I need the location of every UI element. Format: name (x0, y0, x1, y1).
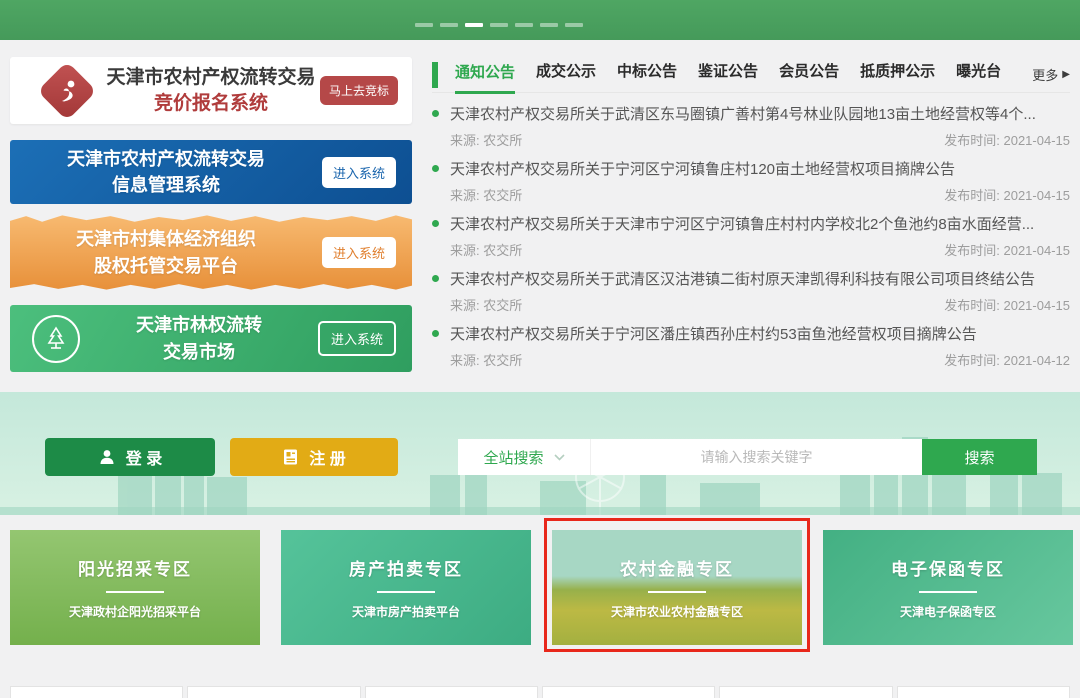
bidding-system-card[interactable]: 天津市农村产权流转交易 竞价报名系统 马上去竞标 (10, 57, 412, 124)
tab-authentication[interactable]: 鉴证公告 (698, 57, 758, 93)
divider (377, 591, 435, 593)
tab-accent-bar (432, 62, 438, 88)
tab-deal-publicity[interactable]: 成交公示 (536, 57, 596, 93)
zone-electronic-guarantee[interactable]: 电子保函专区 天津电子保函专区 (823, 530, 1073, 645)
user-icon (98, 448, 116, 466)
login-label: 登 录 (126, 445, 162, 469)
search-input[interactable] (590, 439, 922, 475)
divider (106, 591, 164, 593)
equity-platform-title: 天津市村集体经济组织 股权托管交易平台 (10, 226, 322, 278)
news-link[interactable]: 天津农村产权交易所关于宁河区潘庄镇西孙庄村约53亩鱼池经营权项目摘牌公告 (432, 323, 1070, 344)
info-system-title-line1: 天津市农村产权流转交易 (10, 146, 322, 172)
go-bid-button[interactable]: 马上去竞标 (320, 76, 398, 105)
news-source: 来源: 农交所 (450, 240, 522, 259)
forest-market-title: 天津市林权流转 交易市场 (80, 312, 318, 364)
news-item: 天津农村产权交易所关于武清区汉沽港镇二街村原天津凯得利科技有限公司项目终结公告 … (432, 268, 1070, 323)
search-button[interactable]: 搜索 (922, 439, 1037, 475)
register-label: 注 册 (309, 445, 345, 469)
footer-cell[interactable] (365, 686, 538, 698)
more-link[interactable]: 更多 ▶ (1032, 65, 1070, 84)
news-time: 发布时间: 2021-04-15 (944, 130, 1070, 149)
login-button[interactable]: 登 录 (45, 438, 215, 476)
info-system-title: 天津市农村产权流转交易 信息管理系统 (10, 146, 322, 198)
equity-title-line1: 天津市村集体经济组织 (10, 226, 322, 252)
news-link[interactable]: 天津农村产权交易所关于武清区汉沽港镇二街村原天津凯得利科技有限公司项目终结公告 (432, 268, 1070, 289)
bullet-icon (432, 110, 439, 117)
register-button[interactable]: 注 册 (230, 438, 398, 476)
register-card-icon (282, 448, 299, 466)
more-label: 更多 (1032, 65, 1058, 84)
news-time: 发布时间: 2021-04-15 (944, 295, 1070, 314)
news-link[interactable]: 天津农村产权交易所关于宁河区宁河镇鲁庄村120亩土地经营权项目摘牌公告 (432, 158, 1070, 179)
bullet-icon (432, 330, 439, 337)
bidding-card-subtitle: 竞价报名系统 (102, 91, 320, 117)
tab-notice-announcements[interactable]: 通知公告 (455, 58, 515, 94)
bullet-icon (432, 165, 439, 172)
bidding-card-title: 天津市农村产权流转交易 (102, 65, 320, 91)
forest-rights-market-card[interactable]: 天津市林权流转 交易市场 进入系统 (10, 305, 412, 372)
forest-title-line2: 交易市场 (80, 339, 318, 365)
zone-rural-finance[interactable]: 农村金融专区 天津市农业农村金融专区 (552, 530, 802, 645)
news-item: 天津农村产权交易所关于武清区东马圈镇广善村第4号林业队园地13亩土地经营权等4个… (432, 103, 1070, 158)
news-source: 来源: 农交所 (450, 295, 522, 314)
carousel-dot[interactable] (490, 23, 508, 27)
news-link[interactable]: 天津农村产权交易所关于天津市宁河区宁河镇鲁庄村村内学校北2个鱼池约8亩水面经营.… (432, 213, 1070, 234)
notice-panel: 通知公告 成交公示 中标公告 鉴证公告 会员公告 抵质押公示 曝光台 更多 ▶ … (432, 57, 1070, 378)
search-category-select[interactable]: 全站搜索 (458, 439, 590, 475)
bullet-icon (432, 275, 439, 282)
zone-real-estate-auction[interactable]: 房产拍卖专区 天津市房产拍卖平台 (281, 530, 531, 645)
footer-cell[interactable] (10, 686, 183, 698)
bidding-card-text: 天津市农村产权流转交易 竞价报名系统 (102, 65, 320, 116)
news-source: 来源: 农交所 (450, 130, 522, 149)
news-time: 发布时间: 2021-04-12 (944, 350, 1070, 369)
divider (648, 591, 706, 593)
equity-trusteeship-platform-card[interactable]: 天津市村集体经济组织 股权托管交易平台 进入系统 (10, 213, 412, 292)
divider (919, 591, 977, 593)
more-arrow-icon: ▶ (1062, 69, 1070, 80)
carousel-dot[interactable] (515, 23, 533, 27)
carousel-dot[interactable] (440, 23, 458, 27)
news-source: 来源: 农交所 (450, 350, 522, 369)
notice-tabbar: 通知公告 成交公示 中标公告 鉴证公告 会员公告 抵质押公示 曝光台 更多 ▶ (432, 57, 1070, 93)
forest-title-line1: 天津市林权流转 (80, 312, 318, 338)
footer-cell[interactable] (187, 686, 360, 698)
tab-mortgage-pledge[interactable]: 抵质押公示 (860, 57, 935, 93)
zone-sunshine-procurement[interactable]: 阳光招采专区 天津政村企阳光招采平台 (10, 530, 260, 645)
news-source: 来源: 农交所 (450, 185, 522, 204)
news-time: 发布时间: 2021-04-15 (944, 240, 1070, 259)
footer-cell[interactable] (542, 686, 715, 698)
news-item: 天津农村产权交易所关于宁河区宁河镇鲁庄村120亩土地经营权项目摘牌公告 来源: … (432, 158, 1070, 213)
diamond-logo-icon (32, 70, 102, 112)
chevron-down-icon (554, 454, 565, 461)
footer-cell[interactable] (897, 686, 1070, 698)
info-management-system-card[interactable]: 天津市农村产权流转交易 信息管理系统 进入系统 (10, 140, 412, 204)
enter-equity-system-button[interactable]: 进入系统 (322, 237, 396, 268)
news-item: 天津农村产权交易所关于宁河区潘庄镇西孙庄村约53亩鱼池经营权项目摘牌公告 来源:… (432, 323, 1070, 378)
tree-icon (32, 315, 80, 363)
equity-title-line2: 股权托管交易平台 (10, 253, 322, 279)
tab-exposure[interactable]: 曝光台 (956, 57, 1001, 93)
info-system-title-line2: 信息管理系统 (10, 172, 322, 198)
search-category-label: 全站搜索 (483, 447, 543, 468)
enter-forest-market-button[interactable]: 进入系统 (318, 321, 396, 356)
bullet-icon (432, 220, 439, 227)
login-search-banner: 登 录 注 册 全站搜索 搜索 (0, 392, 1080, 515)
news-time: 发布时间: 2021-04-15 (944, 185, 1070, 204)
carousel-dot-active[interactable] (465, 23, 483, 27)
carousel-indicators (415, 23, 583, 27)
news-link[interactable]: 天津农村产权交易所关于武清区东马圈镇广善村第4号林业队园地13亩土地经营权等4个… (432, 103, 1070, 124)
news-list: 天津农村产权交易所关于武清区东马圈镇广善村第4号林业队园地13亩土地经营权等4个… (432, 103, 1070, 378)
carousel-dot[interactable] (415, 23, 433, 27)
enter-info-system-button[interactable]: 进入系统 (322, 157, 396, 188)
search-bar: 全站搜索 搜索 (458, 439, 1037, 475)
tab-member[interactable]: 会员公告 (779, 57, 839, 93)
footer-links-row (10, 686, 1070, 698)
news-item: 天津农村产权交易所关于天津市宁河区宁河镇鲁庄村村内学校北2个鱼池约8亩水面经营.… (432, 213, 1070, 268)
carousel-dot[interactable] (565, 23, 583, 27)
carousel-dot[interactable] (540, 23, 558, 27)
top-carousel-bar (0, 0, 1080, 40)
footer-cell[interactable] (719, 686, 892, 698)
homepage: 天津市农村产权流转交易 竞价报名系统 马上去竞标 天津市农村产权流转交易 信息管… (0, 0, 1080, 698)
tab-winning-bid[interactable]: 中标公告 (617, 57, 677, 93)
